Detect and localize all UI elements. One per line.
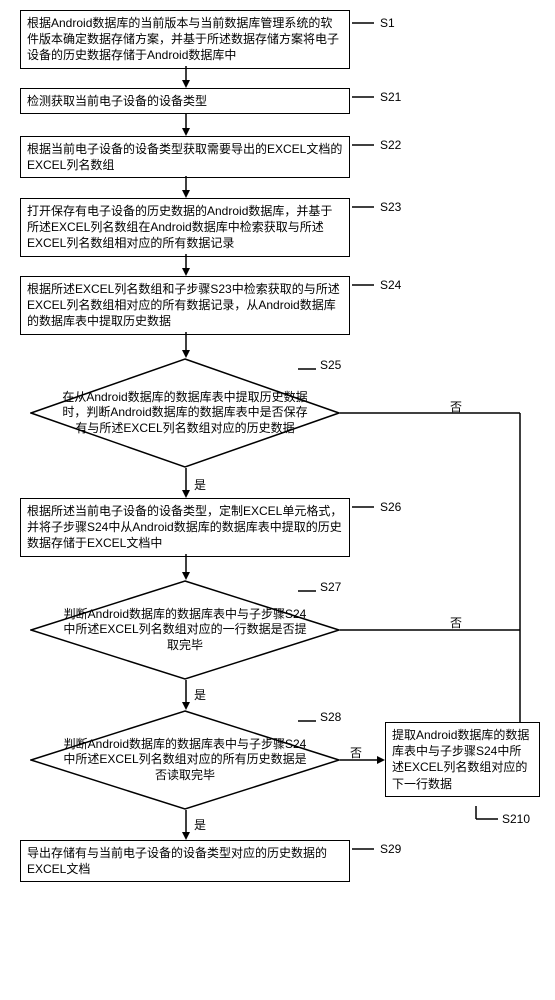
line-s21 [352, 96, 382, 98]
decision-s25: 在从Android数据库的数据库表中提取历史数据时，判断Android数据库的数… [30, 358, 340, 468]
arrow-s28-no-h [340, 759, 385, 769]
arrow-s27-no-h [340, 629, 520, 631]
line-s24 [352, 284, 382, 286]
step-s26: 根据所述当前电子设备的设备类型，定制EXCEL单元格式，并将子步骤S24中从An… [20, 498, 350, 557]
arrow-s24-s25 [180, 332, 192, 358]
step-text: 根据所述当前电子设备的设备类型，定制EXCEL单元格式，并将子步骤S24中从An… [27, 504, 342, 550]
arrow-s23-s24 [180, 254, 192, 276]
arrow-s25-no-h [340, 412, 520, 414]
step-text: 根据Android数据库的当前版本与当前数据库管理系统的软件版本确定数据存储方案… [27, 16, 339, 62]
decision-s28: 判断Android数据库的数据库表中与子步骤S24中所述EXCEL列名数组对应的… [30, 710, 340, 810]
step-s29: 导出存储有与当前电子设备的设备类型对应的历史数据的EXCEL文档 [20, 840, 350, 882]
label-s27: S27 [320, 580, 341, 594]
label-s24: S24 [380, 278, 401, 292]
arrow-s1-s21 [180, 66, 192, 88]
step-text: 根据所述EXCEL列名数组和子步骤S23中检索获取的与所述EXCEL列名数组相对… [27, 282, 340, 328]
step-text: 提取Android数据库的数据库表中与子步骤S24中所述EXCEL列名数组对应的… [392, 728, 529, 791]
vertical-rail [519, 413, 521, 722]
label-s23: S23 [380, 200, 401, 214]
arrow-s22-s23 [180, 176, 192, 198]
step-s21: 检测获取当前电子设备的设备类型 [20, 88, 350, 114]
line-s26 [352, 506, 382, 508]
decision-text: 判断Android数据库的数据库表中与子步骤S24中所述EXCEL列名数组对应的… [58, 607, 312, 654]
label-s22: S22 [380, 138, 401, 152]
line-s23 [352, 206, 382, 208]
line-s25 [298, 368, 322, 370]
arrow-s25-s26 [180, 468, 192, 498]
step-s24: 根据所述EXCEL列名数组和子步骤S23中检索获取的与所述EXCEL列名数组相对… [20, 276, 350, 335]
arrow-s26-s27 [180, 554, 192, 580]
decision-text: 在从Android数据库的数据库表中提取历史数据时，判断Android数据库的数… [58, 390, 312, 437]
branch-s27-yes: 是 [194, 686, 206, 703]
decision-s27: 判断Android数据库的数据库表中与子步骤S24中所述EXCEL列名数组对应的… [30, 580, 340, 680]
label-s26: S26 [380, 500, 401, 514]
decision-text: 判断Android数据库的数据库表中与子步骤S24中所述EXCEL列名数组对应的… [58, 737, 312, 784]
branch-s25-yes: 是 [194, 476, 206, 493]
arrow-s21-s22 [180, 114, 192, 136]
label-s1: S1 [380, 16, 395, 30]
step-text: 打开保存有电子设备的历史数据的Android数据库，并基于所述EXCEL列名数组… [27, 204, 332, 250]
line-s22 [352, 144, 382, 146]
label-s25: S25 [320, 358, 341, 372]
line-s28 [298, 720, 322, 722]
step-text: 根据当前电子设备的设备类型获取需要导出的EXCEL文档的EXCEL列名数组 [27, 142, 342, 172]
flowchart-container: 根据Android数据库的当前版本与当前数据库管理系统的软件版本确定数据存储方案… [10, 10, 545, 990]
line-s29 [352, 848, 382, 850]
step-s1: 根据Android数据库的当前版本与当前数据库管理系统的软件版本确定数据存储方案… [20, 10, 350, 69]
rail-to-s210 [470, 710, 522, 724]
step-s22: 根据当前电子设备的设备类型获取需要导出的EXCEL文档的EXCEL列名数组 [20, 136, 350, 178]
step-text: 检测获取当前电子设备的设备类型 [27, 94, 207, 108]
line-s210 [476, 805, 506, 825]
step-s210: 提取Android数据库的数据库表中与子步骤S24中所述EXCEL列名数组对应的… [385, 722, 540, 797]
label-s210: S210 [502, 812, 530, 826]
line-s1 [352, 22, 382, 24]
arrow-s27-s28 [180, 680, 192, 710]
step-s23: 打开保存有电子设备的历史数据的Android数据库，并基于所述EXCEL列名数组… [20, 198, 350, 257]
step-text: 导出存储有与当前电子设备的设备类型对应的历史数据的EXCEL文档 [27, 846, 327, 876]
branch-s28-yes: 是 [194, 816, 206, 833]
label-s28: S28 [320, 710, 341, 724]
label-s29: S29 [380, 842, 401, 856]
label-s21: S21 [380, 90, 401, 104]
line-s27 [298, 590, 322, 592]
arrow-s28-s29 [180, 810, 192, 840]
